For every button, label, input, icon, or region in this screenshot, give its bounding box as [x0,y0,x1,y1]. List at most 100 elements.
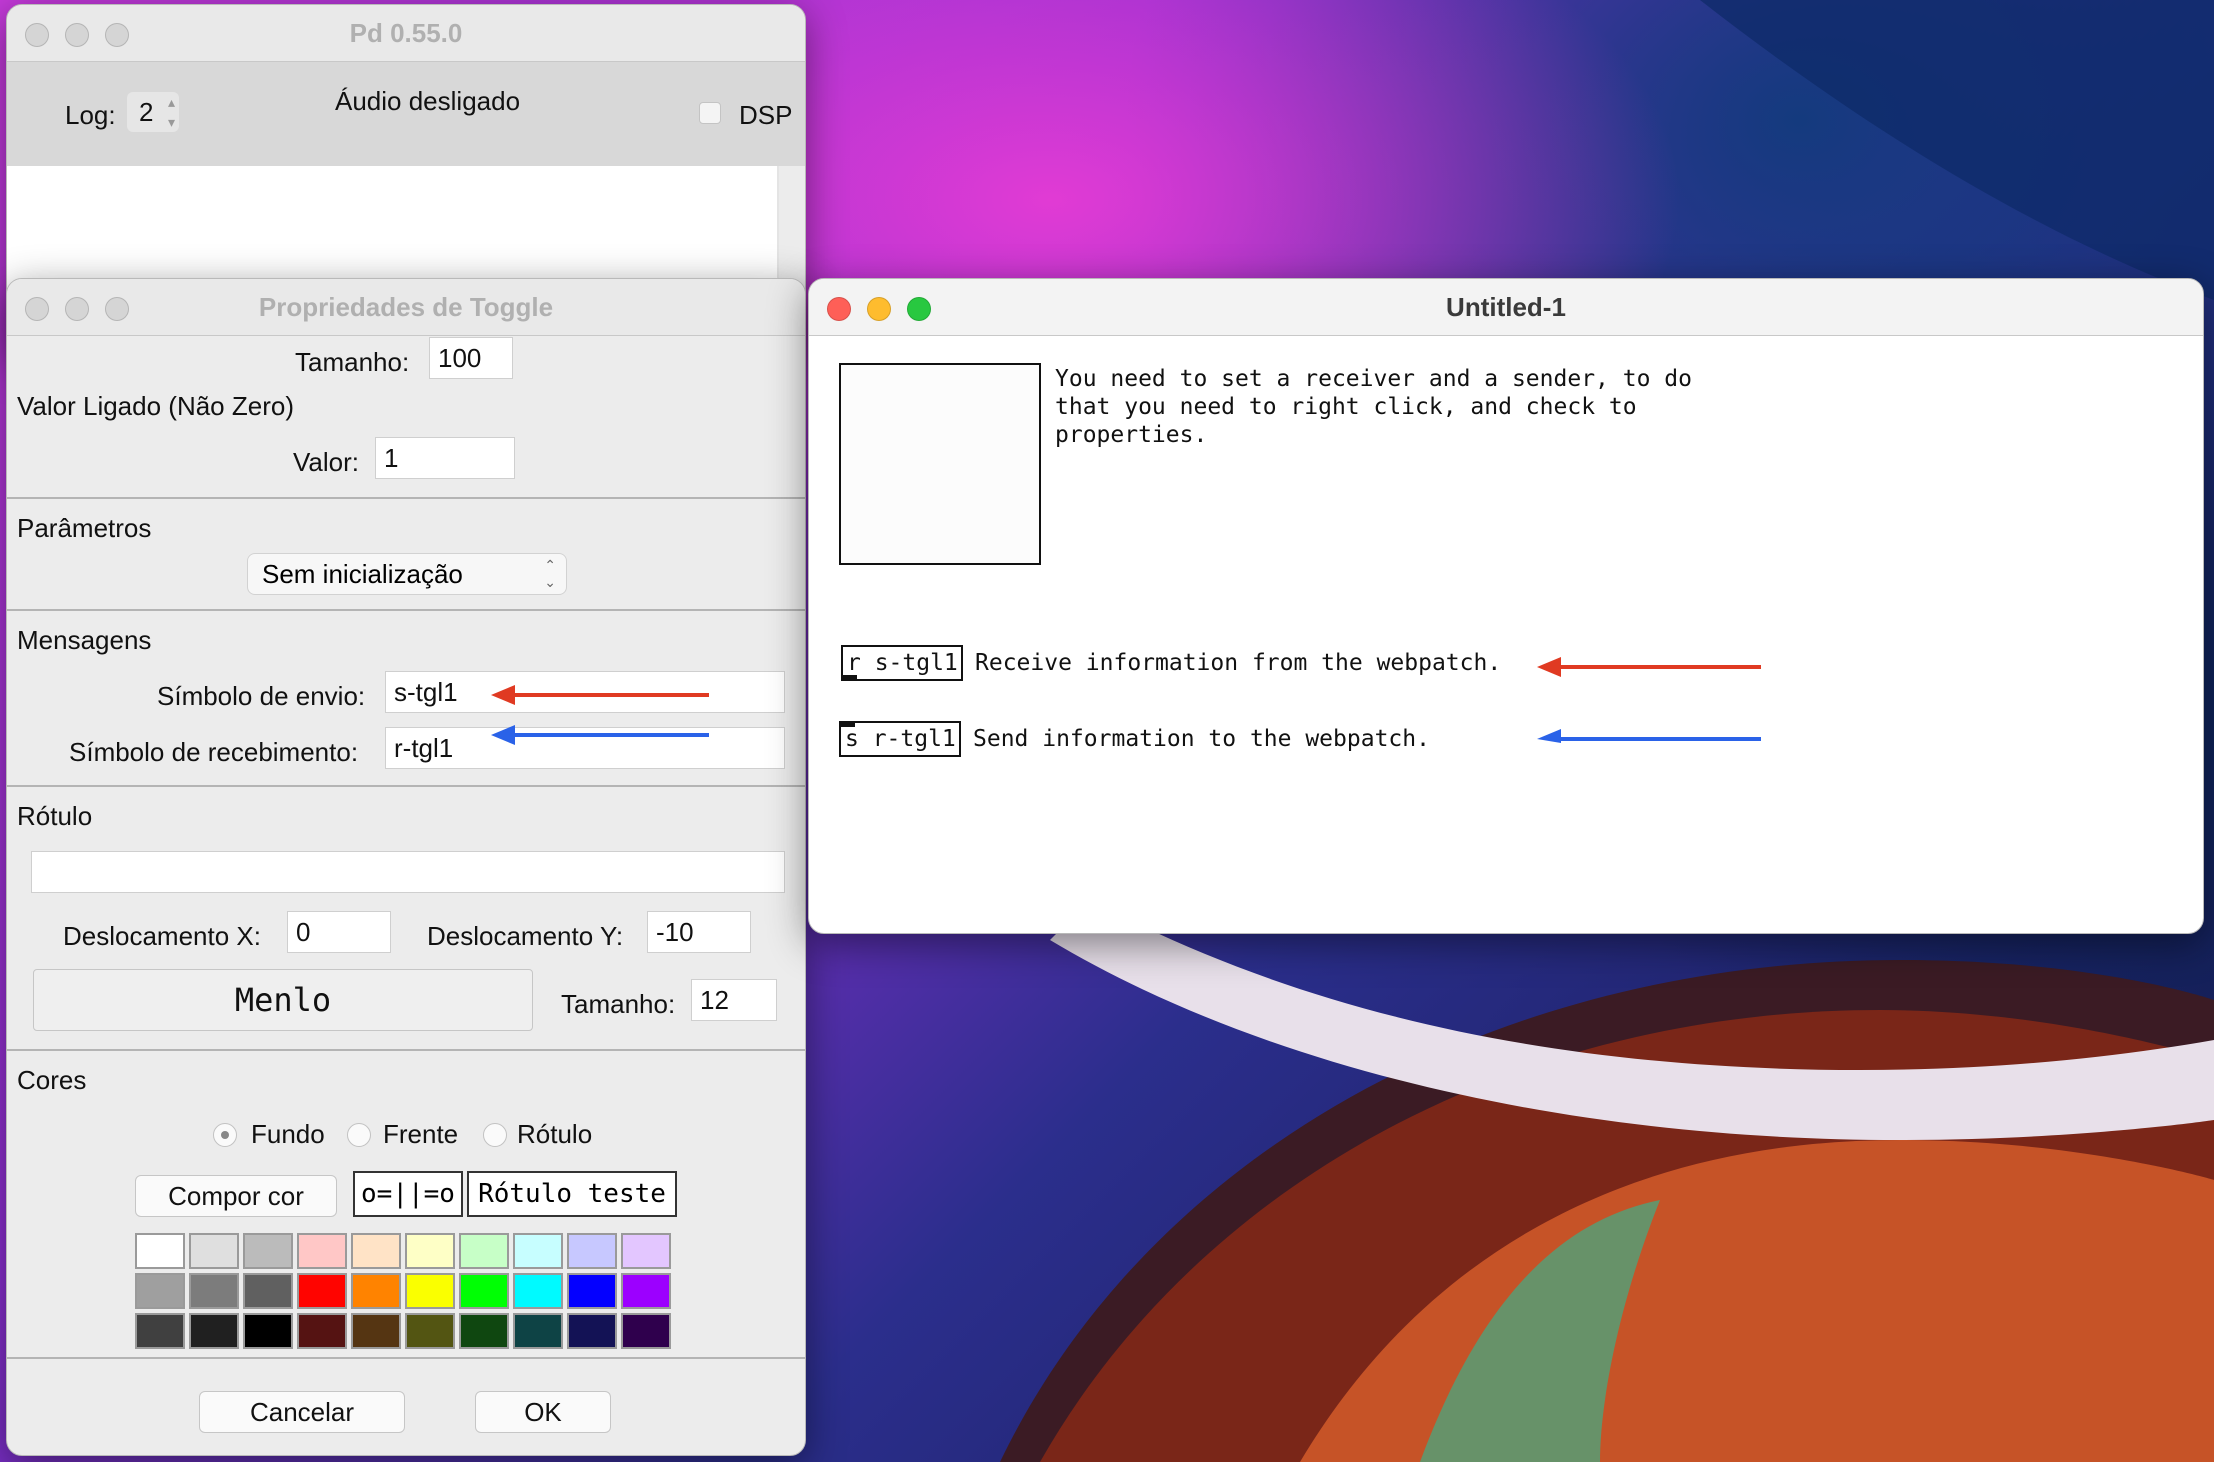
color-swatch[interactable] [405,1313,455,1349]
annotation-arrows [491,685,709,745]
patch-window: Untitled-1 You need to set a receiver an… [808,278,2204,934]
pd-toolbar: Log: 2 ▴ ▾ Áudio desligado DSP [7,62,805,166]
window-title: Pd 0.55.0 [349,17,463,48]
color-swatch[interactable] [243,1233,293,1269]
radio-foreground[interactable] [347,1123,371,1147]
params-heading: Parâmetros [17,513,152,543]
color-swatch[interactable] [243,1273,293,1309]
color-swatch[interactable] [297,1313,347,1349]
color-swatch[interactable] [351,1233,401,1269]
label-field[interactable] [31,851,785,893]
dialog-title: Propriedades de Toggle [258,291,554,322]
updown-chevron-icon: ⌃ ⌄ [544,557,556,590]
offset-y-field[interactable]: -10 [647,911,751,953]
blue-arrow-icon [491,725,709,745]
color-swatch[interactable] [405,1273,455,1309]
send-symbol-label: Símbolo de envio: [157,681,366,711]
color-swatch[interactable] [189,1233,239,1269]
color-swatch[interactable] [513,1273,563,1309]
radio-label[interactable] [483,1123,507,1147]
on-value-heading: Valor Ligado (Não Zero) [17,391,294,421]
color-swatch[interactable] [621,1313,671,1349]
color-swatch[interactable] [459,1313,509,1349]
font-size-label: Tamanho: [561,989,676,1019]
color-swatch[interactable] [135,1273,185,1309]
minimize-button[interactable] [65,23,89,47]
patch-title: Untitled-1 [1446,291,1566,322]
color-swatch[interactable] [459,1273,509,1309]
divider [7,1357,805,1359]
intro-comment: You need to set a receiver and a sender,… [1055,366,1692,448]
close-button[interactable] [25,297,49,321]
stepper-arrows-icon: ▴ ▾ [167,94,175,130]
red-arrow-icon [1537,657,1761,677]
close-button[interactable] [25,23,49,47]
props-titlebar: Propriedades de Toggle [7,279,805,336]
patch-titlebar: Untitled-1 [809,279,2203,336]
color-swatch[interactable] [513,1313,563,1349]
send-comment: Send information to the webpatch. [973,726,1430,752]
value-label: Valor: [293,447,359,477]
toggle-object[interactable] [839,363,1041,565]
color-swatch[interactable] [243,1313,293,1349]
color-swatch[interactable] [297,1233,347,1269]
init-select-value: Sem inicialização [262,559,463,589]
color-swatch[interactable] [189,1273,239,1309]
close-button[interactable] [827,297,851,321]
receive-object-text: r s-tgl1 [847,650,958,676]
log-value: 2 [139,97,154,127]
dsp-checkbox[interactable] [699,102,721,124]
minimize-button[interactable] [867,297,891,321]
send-object-text: s r-tgl1 [845,726,956,752]
audio-status: Áudio desligado [335,86,521,116]
send-object[interactable]: s r-tgl1 [839,721,961,757]
color-swatch[interactable] [621,1273,671,1309]
ok-button[interactable]: OK [475,1391,611,1433]
offset-x-field[interactable]: 0 [287,911,391,953]
font-size-field[interactable]: 12 [691,979,777,1021]
font-button[interactable]: Menlo [33,969,533,1031]
log-stepper[interactable]: 2 ▴ ▾ [127,92,179,132]
divider [7,609,805,611]
color-swatch[interactable] [567,1273,617,1309]
dsp-label: DSP [739,100,793,130]
color-swatch[interactable] [513,1233,563,1269]
radio-foreground-label: Frente [383,1119,459,1149]
color-swatch[interactable] [351,1313,401,1349]
color-swatch[interactable] [135,1233,185,1269]
color-swatch[interactable] [405,1233,455,1269]
color-swatch[interactable] [567,1313,617,1349]
color-palette [135,1233,681,1355]
preview-toggle: o=||=o [353,1171,463,1217]
value-field[interactable]: 1 [375,437,515,479]
zoom-button[interactable] [105,23,129,47]
zoom-button[interactable] [105,297,129,321]
size-field[interactable]: 100 [429,337,513,379]
color-swatch[interactable] [297,1273,347,1309]
divider [7,1049,805,1051]
cancel-button[interactable]: Cancelar [199,1391,405,1433]
color-swatch[interactable] [567,1233,617,1269]
red-arrow-icon [491,685,709,705]
color-swatch[interactable] [621,1233,671,1269]
color-swatch[interactable] [351,1273,401,1309]
compose-color-button[interactable]: Compor cor [135,1175,337,1217]
divider [7,785,805,787]
init-select[interactable]: Sem inicialização ⌃ ⌄ [247,553,567,595]
receive-comment: Receive information from the webpatch. [975,650,1502,676]
color-swatch[interactable] [459,1233,509,1269]
log-label: Log: [65,100,116,130]
zoom-button[interactable] [907,297,931,321]
color-swatch[interactable] [189,1313,239,1349]
receive-object[interactable]: r s-tgl1 [841,645,963,681]
radio-background[interactable] [213,1123,237,1147]
color-swatch[interactable] [135,1313,185,1349]
size-label: Tamanho: [295,347,410,377]
divider [7,497,805,499]
offset-y-label: Deslocamento Y: [427,921,624,951]
offset-x-label: Deslocamento X: [63,921,261,951]
toggle-properties-dialog: Propriedades de Toggle Tamanho: 100 Valo… [6,278,806,1456]
patch-annotation-arrows [1537,657,1761,743]
minimize-button[interactable] [65,297,89,321]
inlet-marker [843,675,857,679]
